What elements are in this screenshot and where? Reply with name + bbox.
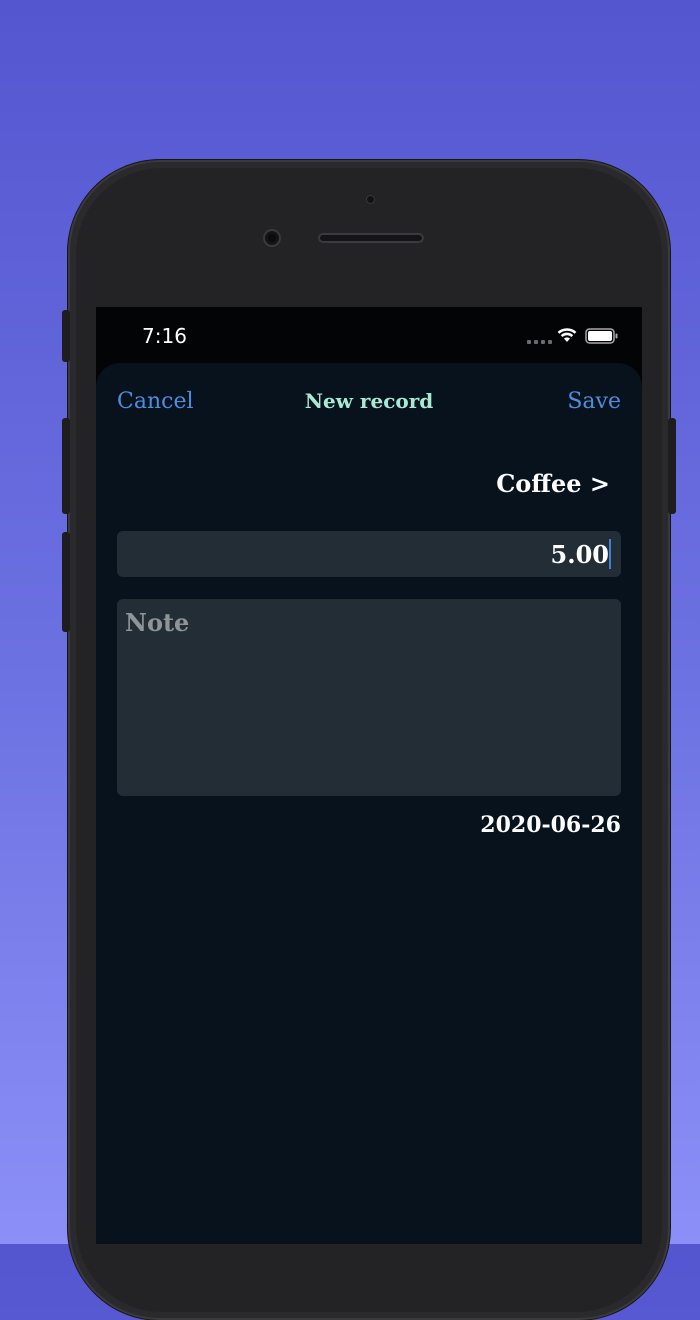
status-bar: 7:16 [96, 307, 642, 363]
note-input[interactable]: Note [117, 599, 621, 796]
battery-icon [585, 328, 618, 344]
note-placeholder: Note [125, 608, 190, 637]
volume-up-button [62, 418, 70, 514]
proximity-sensor [366, 195, 375, 204]
cellular-signal-icon [527, 340, 552, 344]
amount-input[interactable]: 5.00 [117, 531, 621, 577]
category-selector[interactable]: Coffee > [496, 469, 610, 498]
power-button [668, 418, 676, 514]
volume-down-button [62, 532, 70, 632]
mute-switch [62, 310, 70, 362]
status-time: 7:16 [142, 324, 187, 348]
phone-screen: 7:16 Cancel New record Save Coffee > 5.0… [96, 307, 642, 1244]
text-caret [609, 539, 611, 569]
amount-value: 5.00 [550, 540, 609, 569]
wifi-icon [557, 328, 577, 342]
date-picker[interactable]: 2020-06-26 [480, 812, 621, 838]
front-camera [263, 229, 281, 247]
new-record-sheet: Cancel New record Save Coffee > 5.00 Not… [96, 363, 642, 1244]
save-button[interactable]: Save [567, 389, 621, 414]
earpiece-speaker [318, 233, 424, 243]
page-title: New record [304, 389, 434, 413]
